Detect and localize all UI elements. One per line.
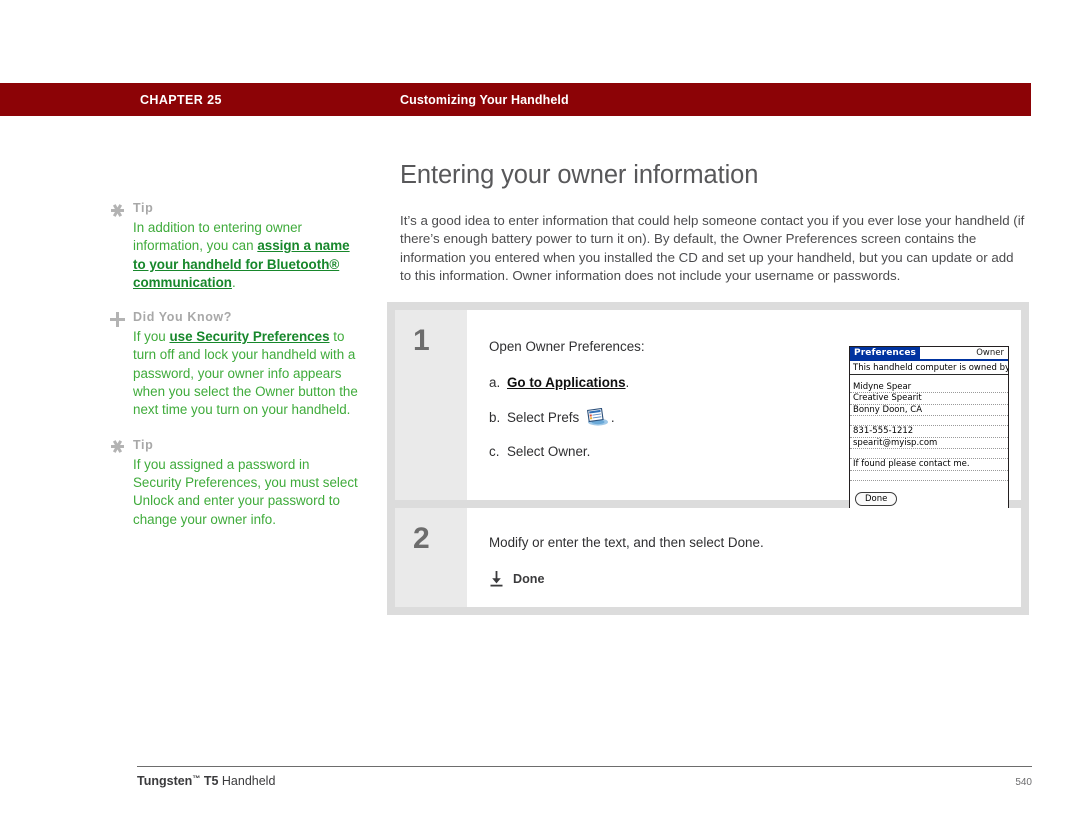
- step-body: Modify or enter the text, and then selec…: [467, 508, 1021, 607]
- chapter-title: Customizing Your Handheld: [400, 92, 569, 107]
- chapter-label: CHAPTER 25: [140, 92, 222, 107]
- substep-text: Select Owner.: [507, 444, 591, 459]
- footer-product: Tungsten™ T5 Handheld: [137, 774, 275, 788]
- tip-block-unlock: Tip If you assigned a password in Securi…: [110, 437, 360, 529]
- substep-text: .: [625, 375, 630, 390]
- pda-owner-name[interactable]: Midyne Spear: [850, 382, 1008, 393]
- pda-title-right: Owner: [976, 348, 1004, 358]
- page-footer: Tungsten™ T5 Handheld 540: [137, 766, 1032, 788]
- done-label: Done: [513, 571, 545, 586]
- pda-owner-note[interactable]: If found please contact me.: [850, 459, 1008, 471]
- tip-text-segment: .: [231, 274, 236, 290]
- pda-blank-field[interactable]: [850, 449, 1008, 459]
- tip-header: Did You Know?: [109, 309, 360, 327]
- main-content: Entering your owner information It’s a g…: [400, 160, 1030, 285]
- pda-footer: Done: [850, 481, 1008, 511]
- pda-blank-field[interactable]: [850, 416, 1008, 426]
- tip-kicker: Tip: [133, 437, 154, 452]
- pda-done-button[interactable]: Done: [855, 491, 898, 506]
- substep-marker: b.: [489, 409, 501, 425]
- asterisk-icon: [110, 202, 124, 218]
- plus-icon: [109, 311, 125, 327]
- steps-container: 1 Open Owner Preferences: a. Go to Appli…: [387, 302, 1029, 615]
- pda-intro-line: This handheld computer is owned by:: [850, 361, 1008, 375]
- tip-body: If you use Security Preferences to turn …: [133, 328, 360, 419]
- link-go-to-applications[interactable]: Go to Applications: [507, 375, 626, 390]
- pda-owner-phone[interactable]: 831-555-1212: [850, 426, 1008, 438]
- trademark-symbol: ™: [192, 774, 201, 783]
- step-lead: Modify or enter the text, and then selec…: [489, 535, 764, 550]
- tip-kicker: Did You Know?: [133, 310, 232, 325]
- footer-product-name: Tungsten: [137, 774, 193, 788]
- tip-body: In addition to entering owner informatio…: [133, 219, 360, 292]
- step-number: 2: [395, 508, 467, 607]
- pda-spacer: [850, 375, 1008, 382]
- pda-screenshot: Preferences Owner This handheld computer…: [849, 346, 1009, 512]
- tip-text-segment: If you: [133, 329, 170, 345]
- chapter-banner: CHAPTER 25 Customizing Your Handheld: [0, 83, 1031, 116]
- step-body: Open Owner Preferences: a. Go to Applica…: [467, 310, 1021, 512]
- step-number: 1: [395, 310, 467, 500]
- tip-header: Tip: [110, 437, 360, 455]
- tip-link-security-prefs[interactable]: use Security Preferences: [169, 329, 329, 344]
- page-title: Entering your owner information: [400, 161, 759, 189]
- substep-text: .: [610, 410, 615, 425]
- tip-kicker: Tip: [133, 201, 154, 215]
- tip-block-bluetooth: Tip In addition to entering owner inform…: [110, 200, 360, 292]
- pda-owner-location[interactable]: Bonny Doon, CA: [850, 405, 1008, 416]
- substep-marker: a.: [489, 375, 501, 390]
- step-2: 2 Modify or enter the text, and then sel…: [395, 508, 1021, 607]
- substep-marker: c.: [489, 444, 500, 459]
- download-icon: [489, 570, 504, 587]
- footer-product-kind: Handheld: [221, 774, 276, 788]
- tip-header: Tip: [110, 200, 360, 218]
- pda-owner-email[interactable]: spearit@myisp.com: [850, 438, 1008, 449]
- prefs-app-icon: [585, 407, 609, 426]
- sidebar-tips: Tip In addition to entering owner inform…: [109, 200, 360, 546]
- intro-paragraph: It’s a good idea to enter information th…: [400, 213, 1025, 283]
- footer-product-model: T5: [203, 774, 219, 788]
- tip-body: If you assigned a password in Security P…: [133, 456, 358, 527]
- tip-block-security: Did You Know? If you use Security Prefer…: [109, 309, 360, 419]
- substep-text: Select Prefs: [507, 410, 583, 425]
- pda-owner-company[interactable]: Creative Spearit: [850, 393, 1008, 405]
- step-1: 1 Open Owner Preferences: a. Go to Appli…: [395, 310, 1021, 512]
- pda-title-tab[interactable]: Preferences: [850, 347, 921, 359]
- footer-rule: [137, 766, 1032, 767]
- pda-blank-field[interactable]: [850, 471, 1008, 481]
- page-number: 540: [1015, 777, 1032, 788]
- asterisk-icon: [110, 439, 124, 455]
- pda-titlebar: Preferences Owner: [850, 347, 1008, 361]
- done-action[interactable]: Done: [489, 570, 1005, 587]
